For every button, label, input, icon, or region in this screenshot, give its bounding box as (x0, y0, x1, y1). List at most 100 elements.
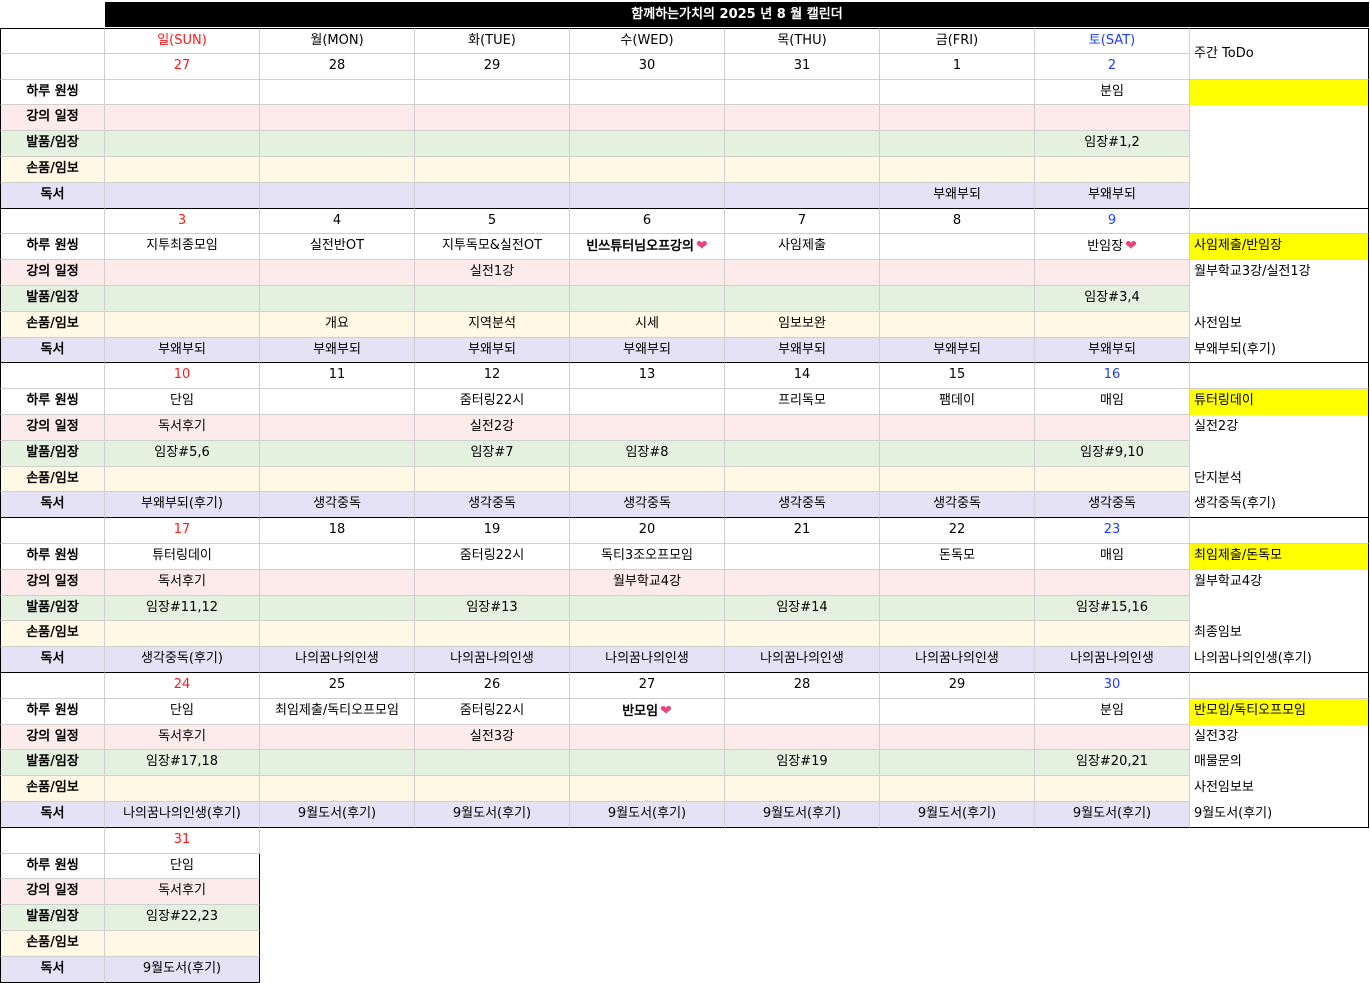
date-cell: 29 (415, 53, 570, 80)
todo-item: 월부학교3강/실전1강 (1190, 260, 1369, 286)
date-cell: 17 (105, 518, 260, 544)
schedule-text: 팸데이 (939, 393, 975, 409)
day-header-0: 일(SUN) (105, 28, 260, 54)
schedule-text: 임보보완 (778, 315, 826, 331)
schedule-cell (260, 544, 415, 570)
schedule-text: 나의꿈나의인생 (1070, 651, 1154, 667)
schedule-text: 9월도서(후기) (297, 806, 377, 821)
schedule-text: 생각중독 (778, 496, 826, 512)
schedule-cell (260, 131, 415, 157)
schedule-text: 지역분석 (468, 315, 516, 331)
schedule-text: 나의꿈나의인생 (760, 651, 844, 667)
schedule-cell (880, 415, 1035, 441)
schedule-cell (880, 79, 1035, 106)
schedule-cell: 생각중독 (260, 492, 415, 519)
schedule-cell (1035, 724, 1190, 751)
schedule-cell: 나의꿈나의인생 (570, 647, 725, 673)
heart-icon: ❤ (1125, 238, 1137, 255)
heart-icon: ❤ (660, 702, 672, 719)
schedule-cell: 개요 (260, 311, 415, 338)
date-cell: 30 (1035, 673, 1190, 699)
date-cell: 4 (260, 208, 415, 235)
schedule-text: 시세 (635, 315, 659, 331)
schedule-cell: 팸데이 (880, 389, 1035, 415)
schedule-text: 독서후기 (158, 419, 206, 434)
schedule-cell: 임장#20,21 (1035, 750, 1190, 777)
schedule-text: 임장#15,16 (1075, 599, 1149, 615)
row-label: 독서 (0, 956, 105, 983)
schedule-text: 나의꿈나의인생 (295, 651, 379, 667)
schedule-cell (880, 698, 1035, 725)
schedule-cell (415, 466, 570, 493)
date-cell: 31 (105, 827, 260, 854)
schedule-cell (570, 131, 725, 157)
schedule-cell: 독서후기 (105, 569, 260, 596)
date-cell: 15 (880, 363, 1035, 390)
schedule-cell (105, 466, 260, 493)
schedule-cell (880, 440, 1035, 467)
schedule-text: 나의꿈나의인생 (605, 651, 689, 667)
schedule-cell (1035, 621, 1190, 648)
date-cell: 28 (260, 53, 415, 80)
date-cell: 11 (260, 363, 415, 390)
schedule-text: 생각중독 (313, 496, 361, 512)
schedule-cell (880, 286, 1035, 312)
todo-item: 실전3강 (1190, 724, 1369, 751)
schedule-cell: 반모임 ❤ (570, 698, 725, 725)
schedule-cell: 지투독모&실전OT (415, 234, 570, 261)
schedule-text: 부왜부되 (933, 341, 981, 357)
schedule-cell (1035, 569, 1190, 596)
schedule-cell: 분임 (1035, 698, 1190, 725)
schedule-cell: 튜터링데이 (105, 544, 260, 570)
schedule-text: 부왜부되 (1088, 341, 1136, 357)
schedule-cell (415, 776, 570, 802)
date-row-blank (0, 518, 105, 544)
todo-item: 부왜부되(후기) (1190, 337, 1369, 364)
schedule-cell: 독서후기 (105, 879, 260, 906)
row-label: 손품/임보 (0, 931, 105, 957)
todo-item: 생각중독(후기) (1190, 492, 1369, 519)
schedule-text: 단임 (170, 702, 194, 718)
schedule-cell: 단임 (105, 853, 260, 880)
date-row-blank (0, 363, 105, 390)
todo-date-row-blank (1190, 363, 1369, 390)
schedule-text: 임장#17,18 (145, 754, 219, 770)
row-label: 발품/임장 (0, 750, 105, 777)
schedule-cell (880, 569, 1035, 596)
row-label: 하루 원씽 (0, 79, 105, 106)
row-label: 손품/임보 (0, 466, 105, 493)
row-label: 손품/임보 (0, 157, 105, 183)
schedule-cell (725, 105, 880, 132)
schedule-cell (415, 157, 570, 183)
date-row-blank (0, 827, 105, 854)
schedule-cell (880, 466, 1035, 493)
calendar-sheet: 함께하는가치의 2025 년 8 월 캘린더 일(SUN) 월(MON) 화(TUE… (0, 0, 1370, 983)
schedule-cell: 9월도서(후기) (570, 802, 725, 828)
todo-header: 주간 ToDo (1190, 28, 1369, 80)
schedule-text: 임장#8 (625, 444, 669, 460)
row-label: 독서 (0, 182, 105, 209)
row-label: 하루 원씽 (0, 389, 105, 415)
schedule-cell: 부왜부되 (725, 337, 880, 364)
schedule-text: 실전3강 (469, 728, 515, 744)
row-label: 독서 (0, 337, 105, 364)
schedule-cell (105, 931, 260, 957)
schedule-cell (260, 595, 415, 622)
schedule-cell (105, 182, 260, 209)
schedule-cell (415, 79, 570, 106)
date-cell: 26 (415, 673, 570, 699)
schedule-cell: 줌터링22시 (415, 544, 570, 570)
schedule-cell (570, 724, 725, 751)
schedule-cell: 임장#22,23 (105, 905, 260, 931)
schedule-cell: 매임 (1035, 544, 1190, 570)
row-label: 하루 원씽 (0, 698, 105, 725)
schedule-cell: 매임 (1035, 389, 1190, 415)
date-cell: 13 (570, 363, 725, 390)
schedule-cell: 나의꿈나의인생 (1035, 647, 1190, 673)
schedule-text: 개요 (325, 315, 349, 331)
schedule-cell (570, 776, 725, 802)
heart-icon: ❤ (695, 238, 708, 255)
schedule-cell (725, 157, 880, 183)
schedule-cell (1035, 776, 1190, 802)
schedule-cell (105, 105, 260, 132)
